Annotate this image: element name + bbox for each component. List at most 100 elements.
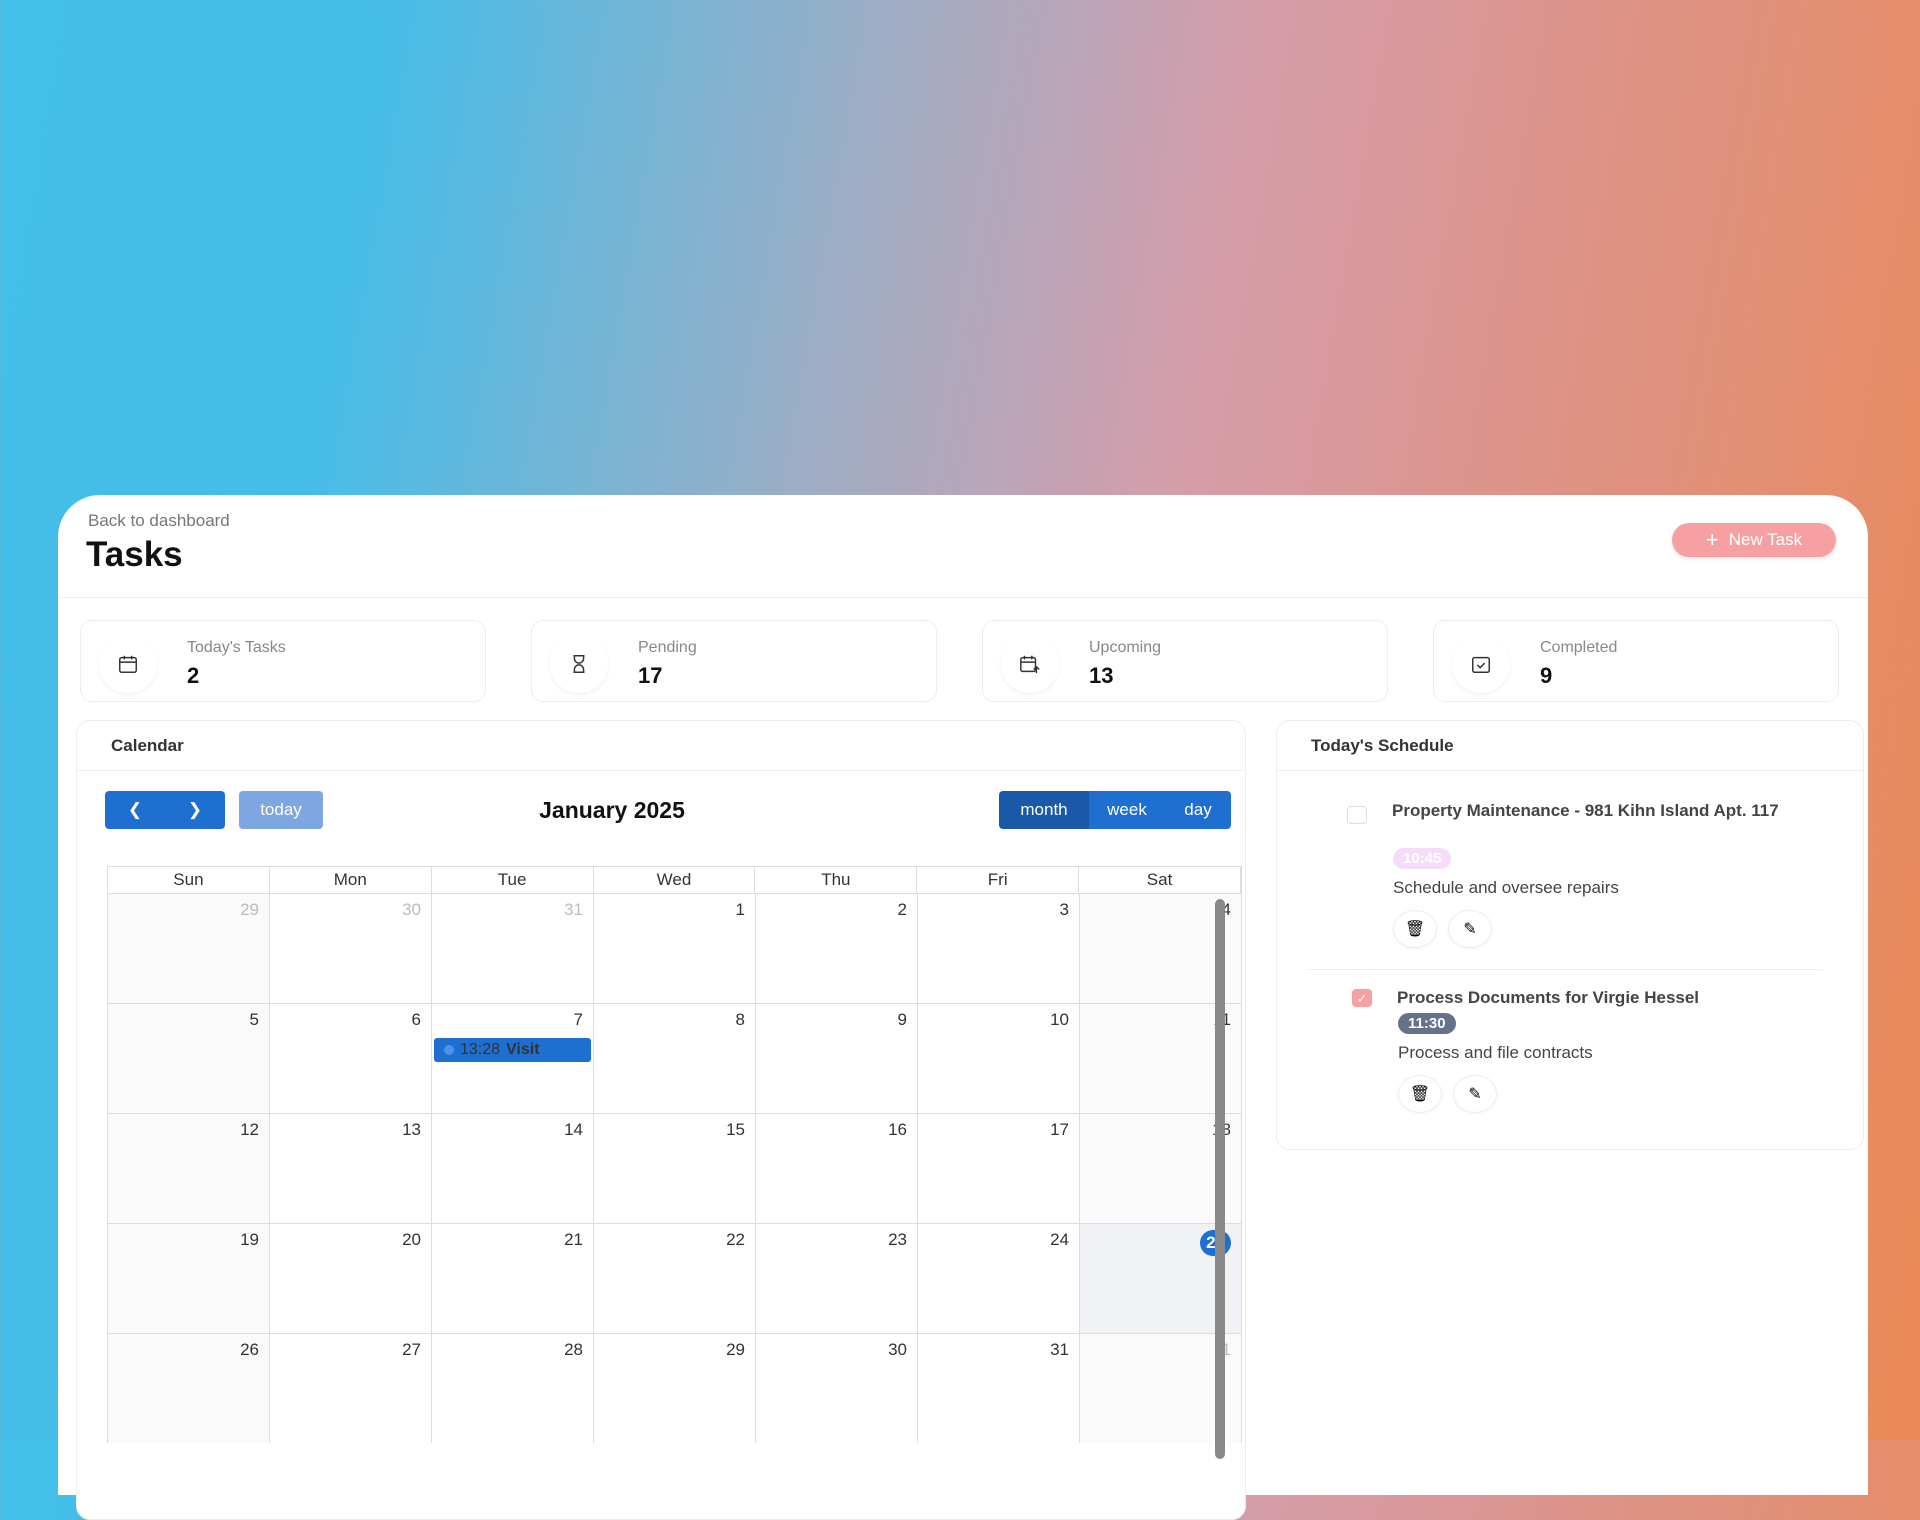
- day-number: 13: [402, 1120, 421, 1139]
- day-number: 22: [726, 1230, 745, 1249]
- stat-completed: Completed 9: [1433, 620, 1839, 702]
- trash-icon: 🗑: [1409, 1086, 1431, 1103]
- day-cell[interactable]: 3: [918, 893, 1080, 1003]
- stat-pending: Pending 17: [531, 620, 937, 702]
- day-cell[interactable]: 26: [108, 1333, 270, 1443]
- edit-icon: ✎: [1468, 1086, 1482, 1103]
- day-cell[interactable]: 19: [108, 1223, 270, 1333]
- day-cell[interactable]: 10: [918, 1003, 1080, 1113]
- day-number: 31: [564, 900, 583, 919]
- weekday-header: Sun: [108, 867, 270, 893]
- weekday-header: Mon: [270, 867, 432, 893]
- event-dot-icon: [444, 1045, 454, 1055]
- stat-upcoming: Upcoming 13: [982, 620, 1388, 702]
- day-cell[interactable]: 7 13:28 Visit: [432, 1003, 594, 1113]
- day-number: 29: [726, 1340, 745, 1359]
- day-cell[interactable]: 17: [918, 1113, 1080, 1223]
- weekday-header: Tue: [432, 867, 594, 893]
- day-cell[interactable]: 1: [594, 893, 756, 1003]
- plus-icon: +: [1705, 527, 1719, 552]
- day-cell[interactable]: 30: [756, 1333, 918, 1443]
- week-row: 26 27 28 29 30 31 1: [107, 1333, 1242, 1443]
- edit-button[interactable]: ✎: [1448, 910, 1492, 948]
- day-number: 17: [1050, 1120, 1069, 1139]
- week-row: 29 30 31 1 2 3 4: [107, 893, 1242, 1003]
- edit-icon: ✎: [1463, 921, 1477, 938]
- calendar-heading: Calendar: [77, 721, 1245, 771]
- week-row: 56713:28Visit891011: [107, 1003, 1242, 1113]
- week-row: 12131415161718: [107, 1113, 1242, 1223]
- schedule-heading: Today's Schedule: [1277, 721, 1863, 771]
- day-cell[interactable]: 8: [594, 1003, 756, 1113]
- calendar-scrollbar[interactable]: [1215, 899, 1225, 1459]
- prev-month-button[interactable]: ❮: [105, 791, 165, 829]
- day-number: 12: [240, 1120, 259, 1139]
- calendar-event[interactable]: 13:28 Visit: [434, 1038, 591, 1062]
- day-cell[interactable]: 9: [756, 1003, 918, 1113]
- day-cell[interactable]: 5: [108, 1003, 270, 1113]
- day-cell[interactable]: 28: [432, 1333, 594, 1443]
- day-number: 15: [726, 1120, 745, 1139]
- day-cell[interactable]: 23: [756, 1223, 918, 1333]
- delete-button[interactable]: 🗑: [1393, 910, 1437, 948]
- calendar-card: Calendar ❮ ❯ today January 2025 month we…: [76, 720, 1246, 1520]
- next-month-button[interactable]: ❯: [165, 791, 225, 829]
- day-cell[interactable]: 31: [918, 1333, 1080, 1443]
- view-day-button[interactable]: day: [1165, 791, 1231, 829]
- month-title: January 2025: [539, 797, 685, 823]
- day-cell[interactable]: 14: [432, 1113, 594, 1223]
- day-number: 7: [573, 1010, 583, 1029]
- day-cell[interactable]: 16: [756, 1113, 918, 1223]
- day-cell[interactable]: 24: [918, 1223, 1080, 1333]
- schedule-item: Property Maintenance - 981 Kihn Island A…: [1347, 801, 1823, 976]
- delete-button[interactable]: 🗑: [1398, 1075, 1442, 1113]
- day-number: 29: [240, 900, 259, 919]
- day-number: 1: [735, 900, 745, 919]
- day-number: 27: [402, 1340, 421, 1359]
- page-title: Tasks: [86, 535, 183, 574]
- view-month-button[interactable]: month: [999, 791, 1089, 829]
- day-number: 26: [240, 1340, 259, 1359]
- day-cell[interactable]: 20: [270, 1223, 432, 1333]
- day-cell[interactable]: 15: [594, 1113, 756, 1223]
- day-cell[interactable]: 2: [756, 893, 918, 1003]
- day-cell[interactable]: 12: [108, 1113, 270, 1223]
- day-number: 8: [735, 1010, 745, 1029]
- trash-icon: 🗑: [1404, 921, 1426, 938]
- edit-button[interactable]: ✎: [1453, 1075, 1497, 1113]
- view-week-button[interactable]: week: [1089, 791, 1165, 829]
- day-number: 30: [888, 1340, 907, 1359]
- month-grid: Sun Mon Tue Wed Thu Fri Sat 29 30 31 1 2 3 4 5 6 7 13:28…: [107, 866, 1242, 1443]
- task-checkbox-checked[interactable]: ✓: [1352, 989, 1372, 1007]
- schedule-card: Today's Schedule Property Maintenance - …: [1276, 720, 1864, 1150]
- calendar-icon: [99, 635, 157, 693]
- header-divider: [58, 597, 1868, 598]
- day-number: 6: [411, 1010, 421, 1029]
- day-number: 21: [564, 1230, 583, 1249]
- new-task-button[interactable]: + New Task: [1672, 523, 1836, 557]
- day-number: 31: [1050, 1340, 1069, 1359]
- day-cell[interactable]: 22: [594, 1223, 756, 1333]
- day-cell[interactable]: 27: [270, 1333, 432, 1443]
- day-number: 10: [1050, 1010, 1069, 1029]
- day-number: 24: [1050, 1230, 1069, 1249]
- day-cell[interactable]: 21: [432, 1223, 594, 1333]
- day-number: 30: [402, 900, 421, 919]
- day-cell[interactable]: 29: [108, 893, 270, 1003]
- day-cell[interactable]: 31: [432, 893, 594, 1003]
- day-cell[interactable]: 30: [270, 893, 432, 1003]
- stat-todays-tasks: Today's Tasks 2: [80, 620, 486, 702]
- day-number: 14: [564, 1120, 583, 1139]
- calendar-check-icon: [1452, 635, 1510, 693]
- chevron-right-icon: ❯: [187, 800, 203, 819]
- day-cell[interactable]: 6: [270, 1003, 432, 1113]
- today-button[interactable]: today: [239, 791, 323, 829]
- task-checkbox[interactable]: [1347, 806, 1367, 824]
- back-to-dashboard-link[interactable]: Back to dashboard: [88, 511, 230, 531]
- item-divider: [1307, 969, 1823, 970]
- day-number: 3: [1059, 900, 1069, 919]
- day-number: 23: [888, 1230, 907, 1249]
- day-number: 5: [249, 1010, 259, 1029]
- day-cell[interactable]: 13: [270, 1113, 432, 1223]
- day-cell[interactable]: 29: [594, 1333, 756, 1443]
